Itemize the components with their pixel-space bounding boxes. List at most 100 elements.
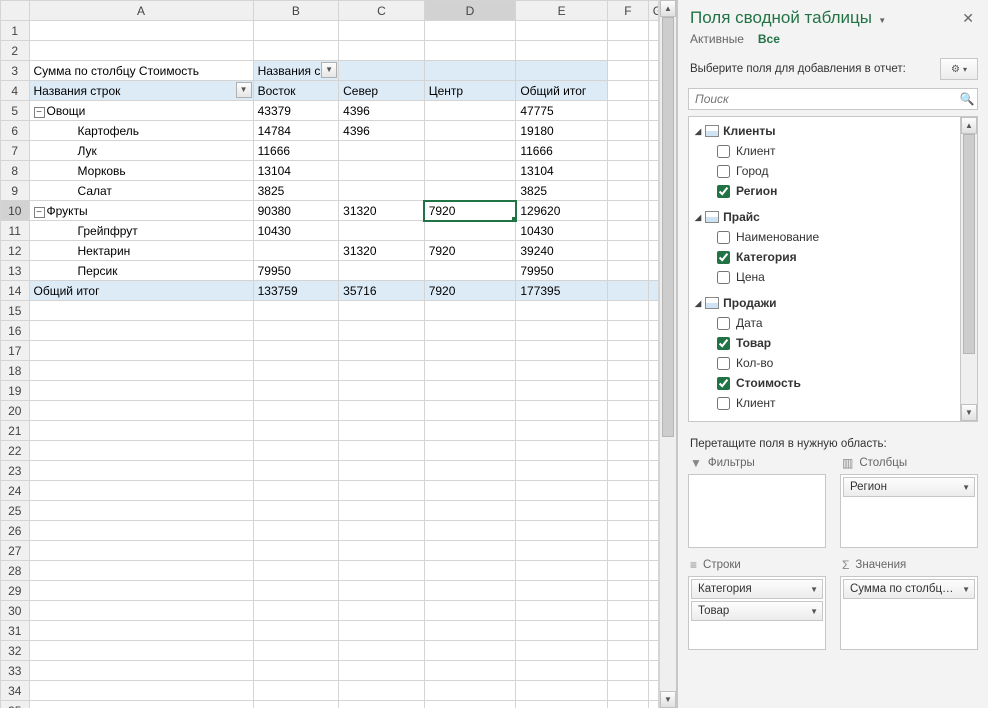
row-header[interactable]: 20 xyxy=(1,401,30,421)
pivot-item[interactable]: Персик xyxy=(29,261,253,281)
row-header[interactable]: 13 xyxy=(1,261,30,281)
scroll-thumb[interactable] xyxy=(963,134,975,354)
cell[interactable]: 7920 xyxy=(424,281,516,301)
pivot-item[interactable]: Картофель xyxy=(29,121,253,141)
cell[interactable]: 10430 xyxy=(253,221,339,241)
select-all-corner[interactable] xyxy=(1,1,30,21)
cell[interactable]: 90380 xyxy=(253,201,339,221)
row-header[interactable]: 12 xyxy=(1,241,30,261)
collapse-icon[interactable]: − xyxy=(34,107,45,118)
row-header[interactable]: 1 xyxy=(1,21,30,41)
row-header[interactable]: 2 xyxy=(1,41,30,61)
area-rows-body[interactable]: Категория▼ Товар▼ xyxy=(688,576,826,650)
cell[interactable]: 39240 xyxy=(516,241,608,261)
row-header[interactable]: 16 xyxy=(1,321,30,341)
cell[interactable]: 129620 xyxy=(516,201,608,221)
col-header-F[interactable]: F xyxy=(608,1,649,21)
col-header-E[interactable]: E xyxy=(516,1,608,21)
cell[interactable] xyxy=(424,161,516,181)
pane-layout-options-button[interactable]: ⚙ ▾ xyxy=(940,58,978,80)
row-header[interactable]: 11 xyxy=(1,221,30,241)
grand-total-label[interactable]: Общий итог xyxy=(29,281,253,301)
cell[interactable]: 35716 xyxy=(339,281,425,301)
scroll-thumb[interactable] xyxy=(662,17,674,437)
pivot-row-field[interactable]: Названия строк ▼ xyxy=(29,81,253,101)
cell[interactable]: 10430 xyxy=(516,221,608,241)
col-header-D[interactable]: D xyxy=(424,1,516,21)
row-header[interactable]: 24 xyxy=(1,481,30,501)
cell[interactable]: 4396 xyxy=(339,101,425,121)
collapse-icon[interactable]: − xyxy=(34,207,45,218)
row-header[interactable]: 9 xyxy=(1,181,30,201)
cell[interactable] xyxy=(424,121,516,141)
field-checkbox[interactable] xyxy=(717,357,730,370)
field-list[interactable]: ◢Клиенты Клиент Город Регион ◢Прайс Наим… xyxy=(688,116,961,422)
field-table-klienty[interactable]: ◢Клиенты xyxy=(689,121,960,141)
row-header[interactable]: 31 xyxy=(1,621,30,641)
field-data[interactable]: Дата xyxy=(689,313,960,333)
area-filters[interactable]: ▼Фильтры xyxy=(688,456,826,548)
cell[interactable]: 3825 xyxy=(516,181,608,201)
area-values[interactable]: ΣЗначения Сумма по столбц…▼ xyxy=(840,558,978,650)
row-header[interactable]: 30 xyxy=(1,601,30,621)
area-filters-body[interactable] xyxy=(688,474,826,548)
row-header[interactable]: 34 xyxy=(1,681,30,701)
cell[interactable]: 31320 xyxy=(339,241,425,261)
cell[interactable]: 4396 xyxy=(339,121,425,141)
cell[interactable]: 14784 xyxy=(253,121,339,141)
search-icon[interactable]: 🔍 xyxy=(957,92,977,106)
cell[interactable]: 79950 xyxy=(253,261,339,281)
search-input[interactable] xyxy=(689,92,957,106)
tab-active[interactable]: Активные xyxy=(690,32,744,46)
field-naimenovanie[interactable]: Наименование xyxy=(689,227,960,247)
chip-sum-stoimost[interactable]: Сумма по столбц…▼ xyxy=(843,579,975,599)
row-header[interactable]: 26 xyxy=(1,521,30,541)
field-kolvo[interactable]: Кол-во xyxy=(689,353,960,373)
cell[interactable]: 43379 xyxy=(253,101,339,121)
row-header[interactable]: 29 xyxy=(1,581,30,601)
pivot-item[interactable]: Грейпфрут xyxy=(29,221,253,241)
pivot-group[interactable]: −Овощи xyxy=(29,101,253,121)
row-filter-dropdown-icon[interactable]: ▼ xyxy=(236,82,252,98)
row-header[interactable]: 23 xyxy=(1,461,30,481)
field-cena[interactable]: Цена xyxy=(689,267,960,287)
row-header[interactable]: 19 xyxy=(1,381,30,401)
cell[interactable] xyxy=(339,181,425,201)
column-filter-dropdown-icon[interactable]: ▼ xyxy=(321,62,337,78)
cell[interactable]: 31320 xyxy=(339,201,425,221)
field-table-prais[interactable]: ◢Прайс xyxy=(689,207,960,227)
chevron-down-icon[interactable]: ▼ xyxy=(810,607,818,616)
grid[interactable]: A B C D E F G 1 2 3 Сумма по столбцу Сто… xyxy=(0,0,659,708)
field-tovar[interactable]: Товар xyxy=(689,333,960,353)
field-checkbox[interactable] xyxy=(717,271,730,284)
pivot-item[interactable]: Нектарин xyxy=(29,241,253,261)
area-values-body[interactable]: Сумма по столбц…▼ xyxy=(840,576,978,650)
col-header-vostok[interactable]: Восток xyxy=(253,81,339,101)
cell[interactable]: 79950 xyxy=(516,261,608,281)
cell[interactable] xyxy=(424,221,516,241)
row-header[interactable]: 18 xyxy=(1,361,30,381)
row-header[interactable]: 3 xyxy=(1,61,30,81)
col-header-sever[interactable]: Север xyxy=(339,81,425,101)
field-region[interactable]: Регион xyxy=(689,181,960,201)
field-checkbox[interactable] xyxy=(717,251,730,264)
close-pane-button[interactable]: ✕ xyxy=(958,10,978,27)
cell[interactable] xyxy=(339,261,425,281)
field-checkbox[interactable] xyxy=(717,145,730,158)
sheet-vertical-scrollbar[interactable]: ▲ ▼ xyxy=(659,0,676,708)
cell[interactable]: 133759 xyxy=(253,281,339,301)
cell[interactable]: 11666 xyxy=(516,141,608,161)
field-checkbox[interactable] xyxy=(717,185,730,198)
row-header[interactable]: 22 xyxy=(1,441,30,461)
scroll-down-icon[interactable]: ▼ xyxy=(660,691,676,708)
row-header[interactable]: 4 xyxy=(1,81,30,101)
chip-tovar[interactable]: Товар▼ xyxy=(691,601,823,621)
row-header[interactable]: 27 xyxy=(1,541,30,561)
cell[interactable]: 19180 xyxy=(516,121,608,141)
cell[interactable] xyxy=(424,141,516,161)
cell[interactable]: 3825 xyxy=(253,181,339,201)
pivot-group[interactable]: −Фрукты xyxy=(29,201,253,221)
chevron-down-icon[interactable]: ▼ xyxy=(962,483,970,492)
col-header-A[interactable]: A xyxy=(29,1,253,21)
pivot-values-label[interactable]: Сумма по столбцу Стоимость xyxy=(29,61,253,81)
